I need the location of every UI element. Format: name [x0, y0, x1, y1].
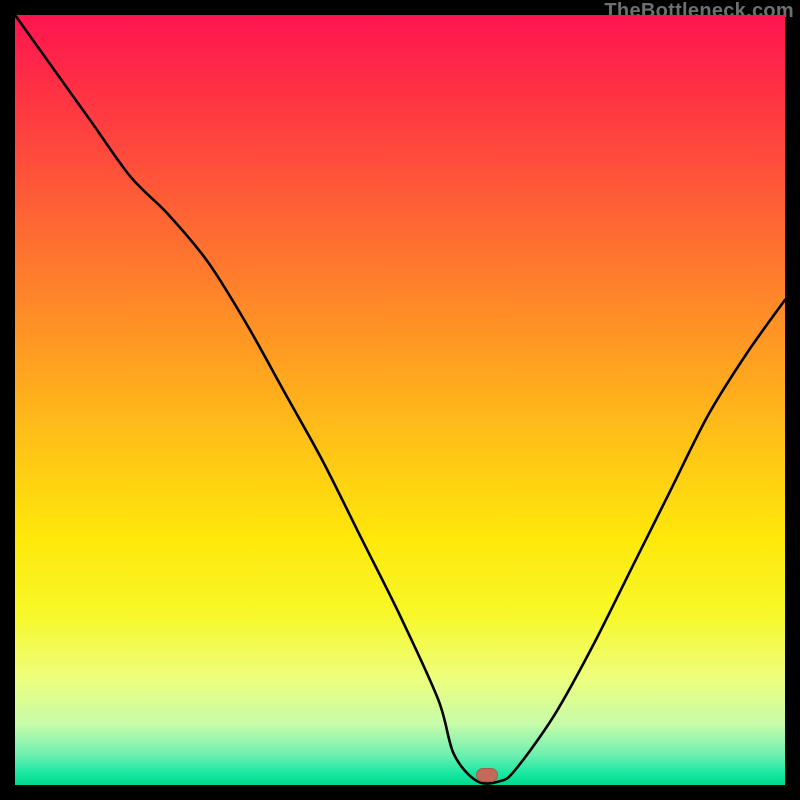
chart-frame: TheBottleneck.com: [0, 0, 800, 800]
selected-point-marker: [476, 768, 498, 782]
bottleneck-curve: [15, 15, 785, 785]
plot-area: [15, 15, 785, 785]
